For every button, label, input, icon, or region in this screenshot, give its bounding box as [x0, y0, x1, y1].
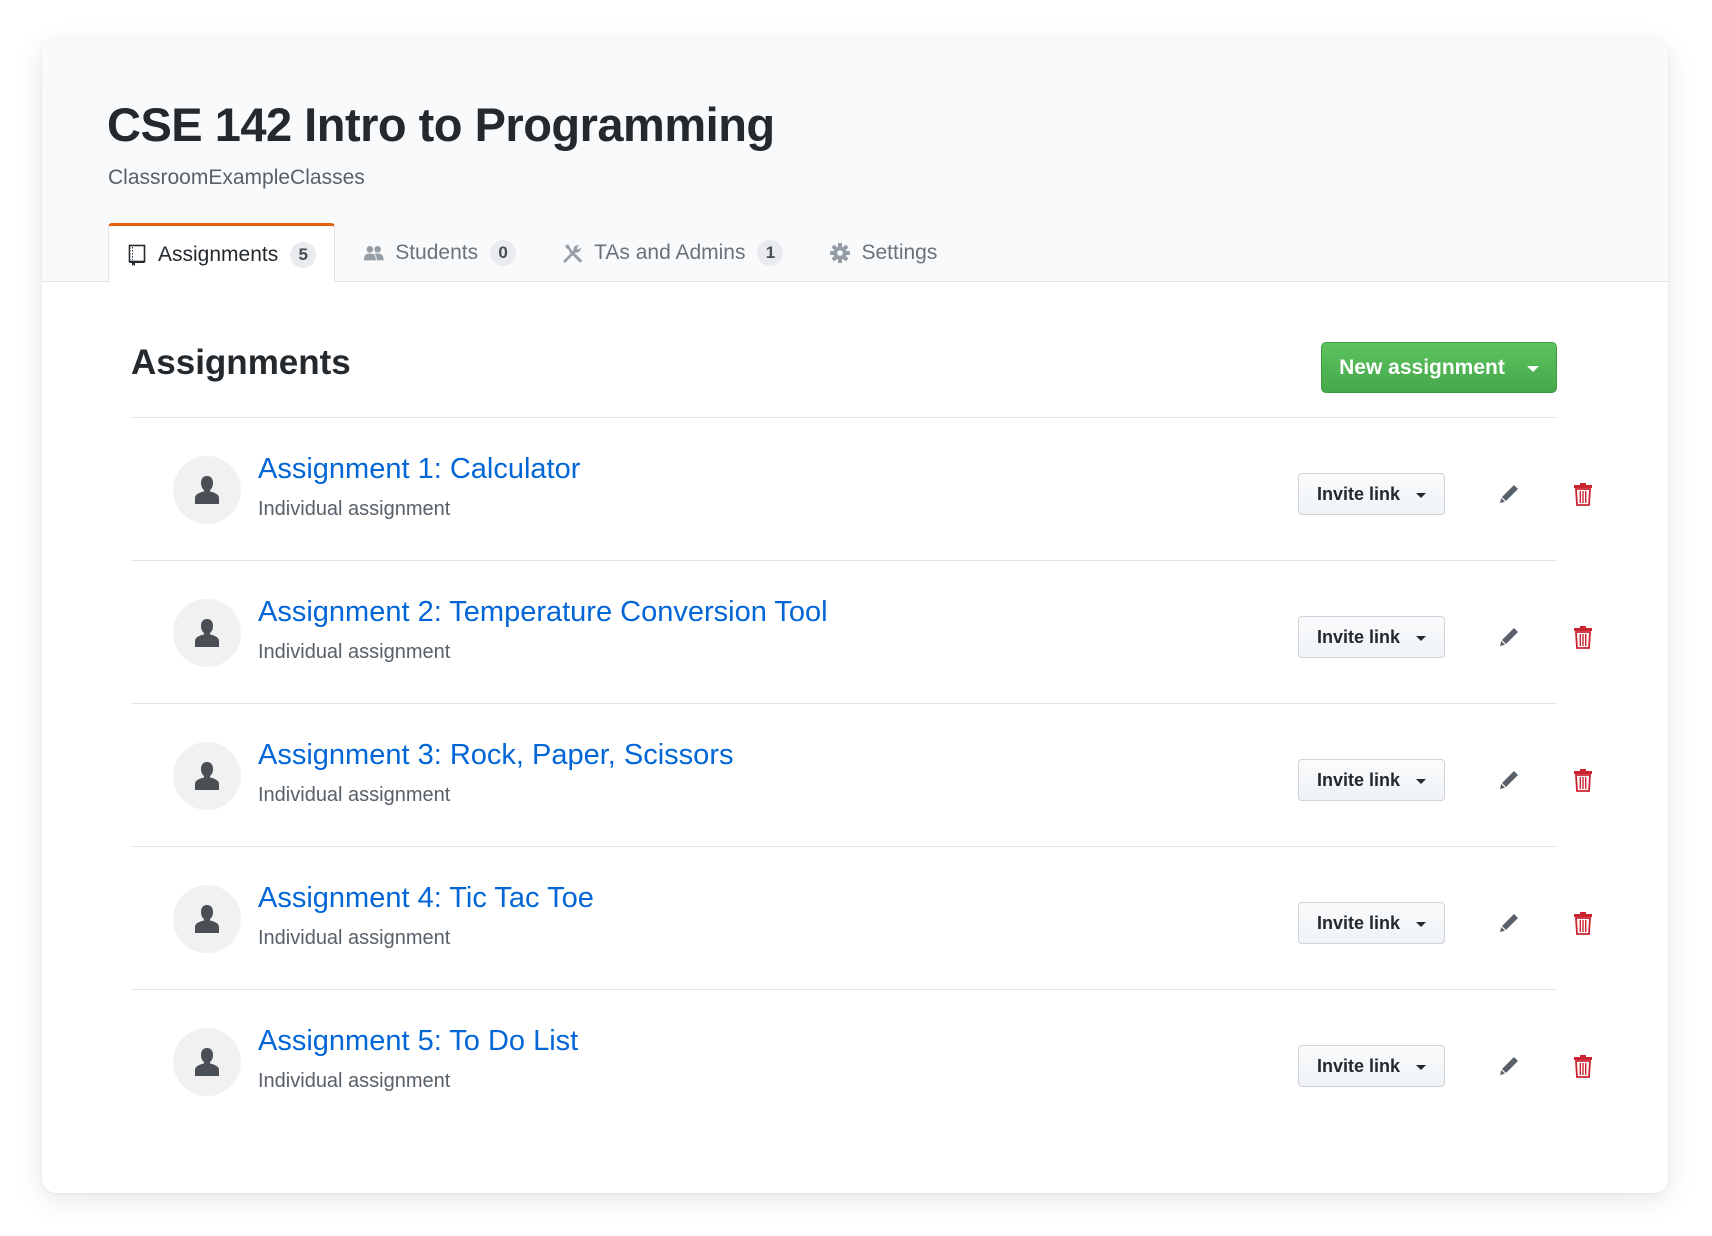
assignment-row: Assignment 3: Rock, Paper, Scissors Indi… [131, 704, 1557, 847]
caret-down-icon [1416, 922, 1426, 927]
edit-assignment-button[interactable] [1494, 765, 1524, 795]
invite-link-button[interactable]: Invite link [1298, 473, 1445, 515]
new-assignment-label: New assignment [1339, 356, 1505, 380]
individual-assignment-avatar [173, 599, 241, 667]
invite-link-button[interactable]: Invite link [1298, 759, 1445, 801]
caret-down-icon [1527, 366, 1539, 372]
tab-students[interactable]: Students 0 [345, 223, 536, 282]
assignment-type: Individual assignment [258, 927, 450, 950]
edit-assignment-button[interactable] [1494, 479, 1524, 509]
delete-assignment-button[interactable] [1568, 908, 1598, 938]
section-title: Assignments [131, 343, 351, 383]
individual-assignment-avatar [173, 1028, 241, 1096]
individual-assignment-avatar [173, 456, 241, 524]
assignment-row: Assignment 4: Tic Tac Toe Individual ass… [131, 847, 1557, 990]
tab-label: Students [395, 241, 478, 265]
caret-down-icon [1416, 1065, 1426, 1070]
trash-icon [1573, 482, 1593, 506]
edit-assignment-button[interactable] [1494, 1051, 1524, 1081]
gear-icon [829, 242, 851, 264]
new-assignment-button[interactable]: New assignment [1321, 342, 1557, 393]
delete-assignment-button[interactable] [1568, 765, 1598, 795]
person-icon [194, 904, 220, 934]
pencil-icon [1497, 1054, 1521, 1078]
assignment-type: Individual assignment [258, 498, 450, 521]
invite-link-button[interactable]: Invite link [1298, 1045, 1445, 1087]
assignment-row: Assignment 2: Temperature Conversion Too… [131, 561, 1557, 704]
pencil-icon [1497, 768, 1521, 792]
delete-assignment-button[interactable] [1568, 479, 1598, 509]
book-icon [126, 244, 148, 266]
assignment-title-link[interactable]: Assignment 3: Rock, Paper, Scissors [258, 739, 733, 772]
assignment-type: Individual assignment [258, 641, 450, 664]
tab-label: Settings [861, 241, 937, 265]
assignment-row: Assignment 5: To Do List Individual assi… [131, 990, 1557, 1133]
assignment-row: Assignment 1: Calculator Individual assi… [131, 418, 1557, 561]
person-icon [194, 1047, 220, 1077]
trash-icon [1573, 1054, 1593, 1078]
classroom-header: CSE 142 Intro to Programming ClassroomEx… [42, 40, 1668, 282]
delete-assignment-button[interactable] [1568, 1051, 1598, 1081]
person-icon [194, 475, 220, 505]
assignments-section: Assignments New assignment Assignment 1:… [131, 282, 1557, 1133]
tab-counter: 1 [757, 240, 783, 266]
pencil-icon [1497, 482, 1521, 506]
tab-label: TAs and Admins [594, 241, 745, 265]
course-title: CSE 142 Intro to Programming [107, 97, 775, 152]
tab-assignments[interactable]: Assignments 5 [108, 223, 335, 283]
trash-icon [1573, 625, 1593, 649]
tab-tas-and-admins[interactable]: TAs and Admins 1 [544, 223, 803, 282]
section-header: Assignments New assignment [131, 282, 1557, 418]
assignment-type: Individual assignment [258, 784, 450, 807]
classroom-card: CSE 142 Intro to Programming ClassroomEx… [42, 40, 1668, 1193]
assignment-title-link[interactable]: Assignment 2: Temperature Conversion Too… [258, 596, 828, 629]
trash-icon [1573, 768, 1593, 792]
tab-settings[interactable]: Settings [811, 223, 957, 282]
delete-assignment-button[interactable] [1568, 622, 1598, 652]
individual-assignment-avatar [173, 885, 241, 953]
invite-link-label: Invite link [1317, 1056, 1400, 1077]
tab-counter: 0 [490, 240, 516, 266]
individual-assignment-avatar [173, 742, 241, 810]
invite-link-label: Invite link [1317, 913, 1400, 934]
tab-label: Assignments [158, 243, 278, 267]
people-icon [363, 242, 385, 264]
tools-icon [562, 242, 584, 264]
assignment-list: Assignment 1: Calculator Individual assi… [131, 418, 1557, 1133]
person-icon [194, 761, 220, 791]
pencil-icon [1497, 911, 1521, 935]
caret-down-icon [1416, 493, 1426, 498]
edit-assignment-button[interactable] [1494, 908, 1524, 938]
caret-down-icon [1416, 779, 1426, 784]
assignment-type: Individual assignment [258, 1070, 450, 1093]
assignment-title-link[interactable]: Assignment 4: Tic Tac Toe [258, 882, 594, 915]
assignment-title-link[interactable]: Assignment 1: Calculator [258, 453, 580, 486]
caret-down-icon [1416, 636, 1426, 641]
tab-counter: 5 [290, 242, 316, 268]
person-icon [194, 618, 220, 648]
invite-link-label: Invite link [1317, 484, 1400, 505]
tab-bar: Assignments 5 Students 0 [108, 223, 965, 282]
trash-icon [1573, 911, 1593, 935]
edit-assignment-button[interactable] [1494, 622, 1524, 652]
pencil-icon [1497, 625, 1521, 649]
invite-link-button[interactable]: Invite link [1298, 902, 1445, 944]
assignment-title-link[interactable]: Assignment 5: To Do List [258, 1025, 578, 1058]
invite-link-label: Invite link [1317, 770, 1400, 791]
invite-link-button[interactable]: Invite link [1298, 616, 1445, 658]
organization-name[interactable]: ClassroomExampleClasses [108, 166, 365, 190]
invite-link-label: Invite link [1317, 627, 1400, 648]
